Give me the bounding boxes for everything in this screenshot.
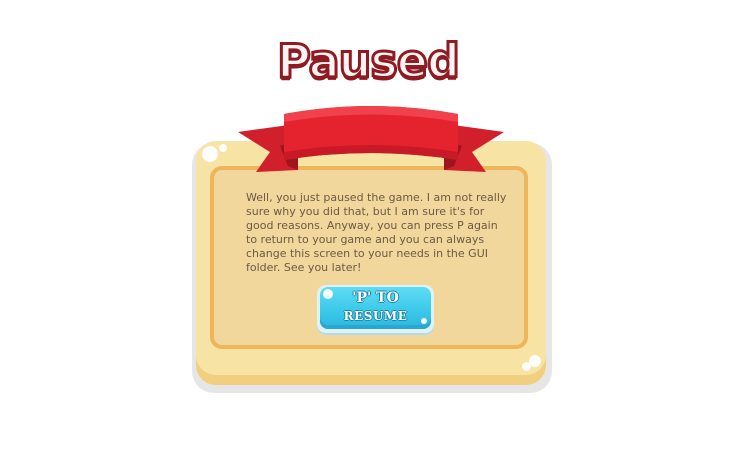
resume-button-label-line2[interactable]: RESUME [317,309,434,323]
paused-title-text: Paused [276,33,462,90]
paused-title: Paused [0,33,736,94]
pause-message: Well, you just paused the game. I am not… [246,191,507,274]
bubble-decoration [202,146,218,162]
ribbon-banner [238,106,504,172]
bubble-decoration [219,144,227,152]
resume-button[interactable]: 'P' TO RESUME [317,285,434,333]
resume-button-label-line1[interactable]: 'P' TO [317,290,434,306]
bubble-decoration [529,355,541,367]
